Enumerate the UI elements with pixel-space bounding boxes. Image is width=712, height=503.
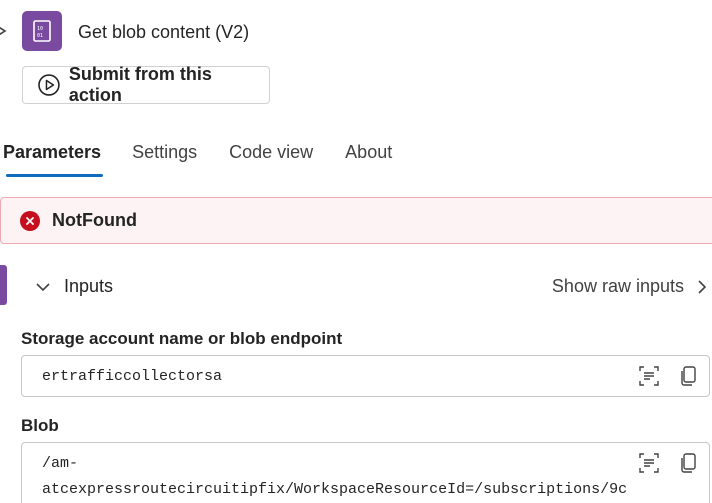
chevron-down-icon bbox=[36, 282, 50, 291]
show-raw-inputs-label: Show raw inputs bbox=[551, 276, 684, 296]
inputs-section-label: Inputs bbox=[64, 276, 114, 296]
copy-icon[interactable] bbox=[678, 365, 700, 387]
tab-settings[interactable]: Settings bbox=[132, 138, 197, 178]
error-message: NotFound bbox=[52, 210, 137, 230]
submit-from-action-button[interactable]: Submit from this action bbox=[22, 64, 270, 105]
play-circle-icon bbox=[38, 74, 60, 96]
inputs-section-toggle[interactable]: Inputs bbox=[34, 276, 113, 297]
tab-code-view[interactable]: Code view bbox=[229, 138, 313, 178]
blob-storage-connector-icon: 10 01 bbox=[22, 11, 62, 51]
action-title: Get blob content (V2) bbox=[78, 22, 250, 42]
blob-label: Blob bbox=[21, 416, 59, 435]
storage-account-field[interactable]: ertrafficcollectorsa bbox=[21, 355, 710, 397]
blob-field[interactable]: /am- atcexpressroutecircuitipfix/Workspa… bbox=[21, 442, 710, 503]
copy-icon[interactable] bbox=[678, 452, 700, 474]
section-indicator bbox=[0, 265, 7, 305]
tab-about[interactable]: About bbox=[345, 138, 392, 178]
error-circle-icon bbox=[20, 210, 40, 231]
blob-value: /am- atcexpressroutecircuitipfix/Workspa… bbox=[42, 455, 628, 498]
tab-parameters[interactable]: Parameters bbox=[3, 138, 104, 178]
storage-account-value: ertrafficcollectorsa bbox=[42, 368, 223, 385]
svg-text:01: 01 bbox=[37, 33, 43, 39]
format-text-icon[interactable] bbox=[638, 452, 660, 474]
chevron-right-icon bbox=[698, 279, 707, 294]
svg-text:10: 10 bbox=[37, 26, 43, 32]
show-raw-inputs-link[interactable]: Show raw inputs bbox=[552, 276, 708, 297]
action-details-panel: 10 01 Get blob content (V2) Submit from … bbox=[0, 0, 712, 503]
tab-bar: Parameters Settings Code view About bbox=[0, 138, 392, 178]
format-text-icon[interactable] bbox=[638, 365, 660, 387]
expand-arrow-icon[interactable] bbox=[0, 23, 10, 39]
error-banner: NotFound bbox=[0, 197, 712, 244]
submit-from-action-label: Submit from this action bbox=[68, 64, 212, 105]
storage-account-label: Storage account name or blob endpoint bbox=[21, 329, 343, 348]
